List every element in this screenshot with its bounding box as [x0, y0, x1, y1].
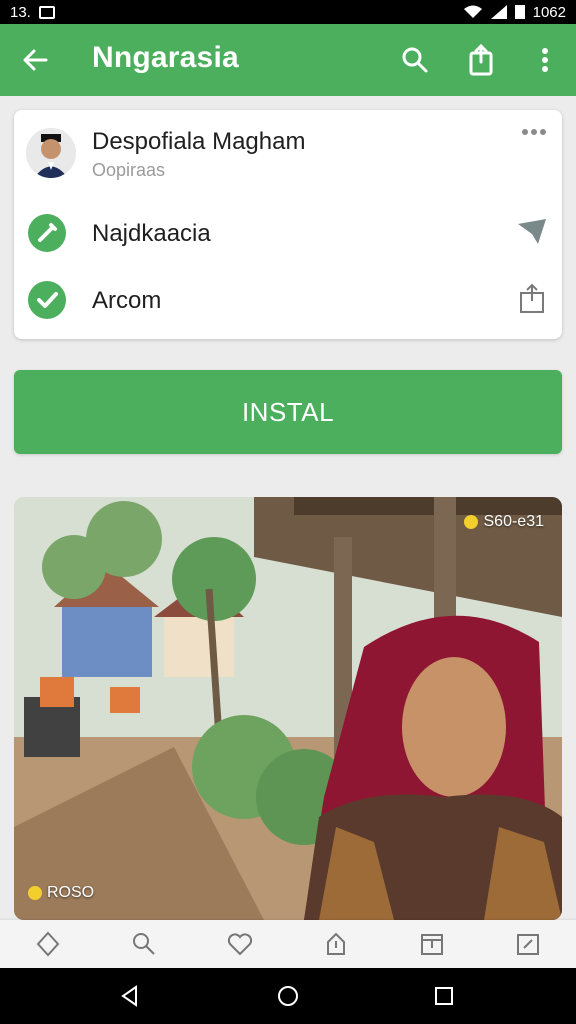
page-title: Nngarasia	[92, 41, 239, 74]
install-card: Despofiala Magham Oopiraas Najdkaacia Ar…	[14, 110, 562, 339]
home-circle-icon[interactable]	[276, 984, 300, 1008]
photo-badge-top: S60-e31	[463, 513, 545, 531]
coin-icon	[463, 515, 478, 529]
share-icon[interactable]	[516, 283, 548, 315]
more-horizontal-icon[interactable]	[522, 126, 546, 138]
install-button[interactable]: INSTAL	[14, 370, 562, 454]
photo-bottom-text: ROSO	[47, 884, 95, 901]
recents-square-icon[interactable]	[432, 984, 456, 1008]
list-item-najdkaacia[interactable]: Najdkaacia	[14, 210, 562, 254]
app-bar: Nngarasia	[0, 24, 576, 96]
search-icon[interactable]	[398, 42, 432, 78]
photo-badge-bottom: ROSO	[28, 884, 94, 902]
notification-icon	[38, 5, 55, 19]
calendar-icon[interactable]	[414, 926, 450, 962]
coin-icon	[28, 886, 42, 900]
list-item-label: Najdkaacia	[92, 220, 211, 247]
search-icon[interactable]	[126, 926, 162, 962]
back-arrow-icon[interactable]	[18, 42, 54, 78]
list-item-arcom[interactable]: Arcom	[14, 277, 562, 321]
status-clock: 1062	[532, 3, 566, 21]
brush-icon	[28, 214, 66, 252]
photo-top-text: S60-e31	[483, 513, 545, 530]
status-bar: 13. 1062	[0, 0, 576, 24]
upload-icon[interactable]	[318, 926, 354, 962]
home-icon[interactable]	[30, 926, 66, 962]
feed-photo[interactable]: S60-e31 ROSO	[14, 497, 562, 920]
status-time: 13.	[10, 3, 31, 21]
profile-name: Despofiala Magham	[92, 128, 306, 155]
wifi-icon	[463, 5, 482, 18]
heart-icon[interactable]	[222, 926, 258, 962]
edit-icon[interactable]	[510, 926, 546, 962]
avatar	[26, 128, 76, 178]
profile-subtitle: Oopiraas	[92, 160, 166, 180]
battery-icon	[514, 5, 525, 19]
send-icon[interactable]	[516, 216, 548, 248]
bottom-navigation	[0, 920, 576, 968]
back-triangle-icon[interactable]	[118, 984, 142, 1008]
list-item-label: Arcom	[92, 287, 162, 314]
check-icon	[28, 281, 66, 319]
more-vertical-icon[interactable]	[528, 42, 562, 78]
signal-icon	[490, 5, 507, 19]
share-icon[interactable]	[464, 42, 498, 78]
system-navigation-bar	[0, 968, 576, 1024]
